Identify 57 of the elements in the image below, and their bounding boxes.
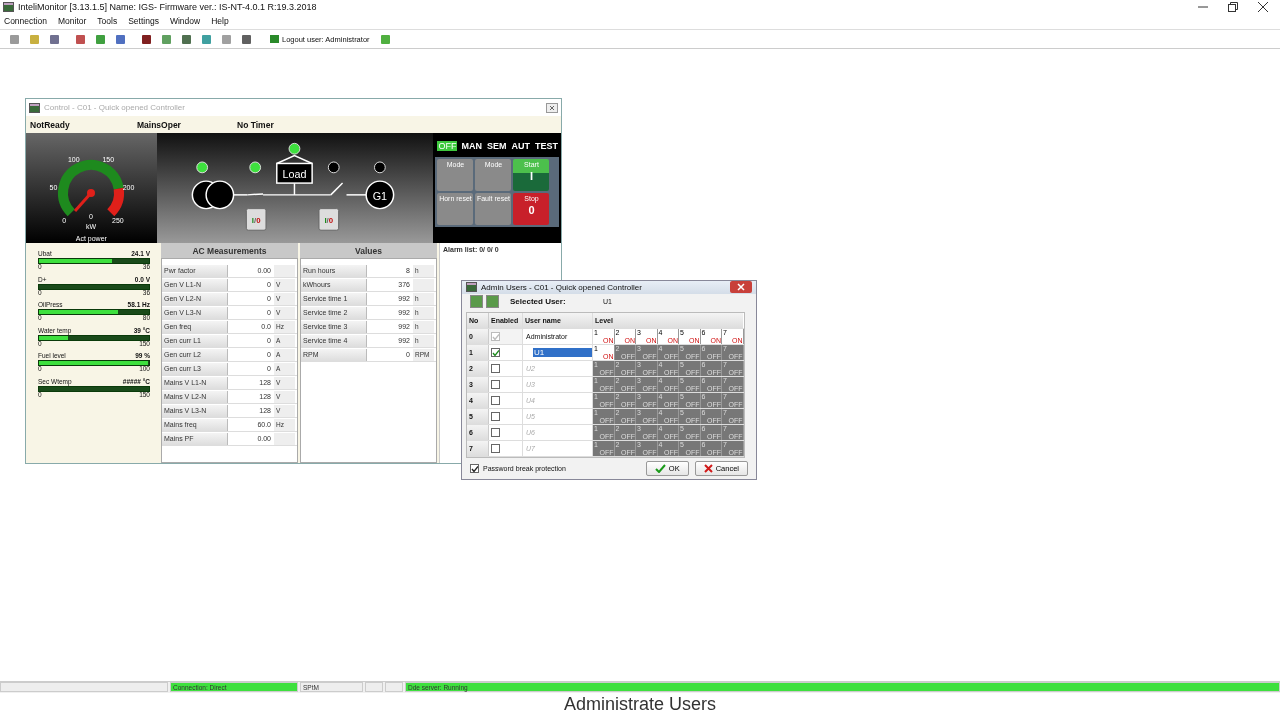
tool-icon[interactable] bbox=[76, 34, 85, 44]
transformer-icon bbox=[191, 180, 234, 210]
tool-icon[interactable] bbox=[182, 34, 191, 44]
blank-cell bbox=[413, 278, 434, 291]
gauge-dial bbox=[58, 160, 125, 217]
blank-cell bbox=[274, 264, 295, 277]
blank-cell bbox=[274, 432, 295, 445]
enabled-checkbox[interactable] bbox=[491, 364, 500, 374]
breaker-button[interactable]: I/0 bbox=[245, 208, 267, 231]
menu-item[interactable]: Help bbox=[211, 15, 229, 26]
menu-item[interactable]: Tools bbox=[97, 15, 118, 26]
app-icon bbox=[29, 102, 40, 113]
close-icon[interactable] bbox=[1258, 2, 1268, 12]
dialog-title: Admin Users - C01 - Quick opened Controller bbox=[481, 282, 643, 292]
user-name-cell[interactable]: U1 bbox=[533, 348, 592, 358]
window-title: InteliMonitor [3.13.1.5] Name: IGS- Firmware ver.: IS-NT-4.0.1 R:19.3.2018 bbox=[18, 2, 318, 12]
panel-header: Values bbox=[300, 243, 437, 258]
menu-item[interactable]: Settings bbox=[128, 15, 159, 26]
app-icon bbox=[466, 282, 477, 293]
remove-user-icon[interactable] bbox=[486, 295, 499, 309]
status-text: NotReady bbox=[30, 119, 71, 130]
user-icon[interactable] bbox=[380, 34, 390, 44]
menu-item[interactable]: Monitor bbox=[58, 15, 87, 26]
enabled-checkbox[interactable] bbox=[491, 428, 500, 438]
enabled-checkbox[interactable] bbox=[491, 348, 500, 358]
tool-icon[interactable] bbox=[242, 34, 251, 44]
menu-item[interactable]: Window bbox=[169, 15, 201, 26]
panel-header: AC Measurements bbox=[161, 243, 298, 258]
tool-icon[interactable] bbox=[50, 34, 59, 44]
enabled-checkbox[interactable] bbox=[491, 412, 500, 422]
breaker-button[interactable]: I/0 bbox=[318, 208, 339, 231]
video-caption: Administrate Users bbox=[562, 694, 717, 715]
status-text: No Timer bbox=[237, 119, 275, 130]
mode-tab[interactable]: MAN bbox=[460, 141, 483, 151]
tool-icon[interactable] bbox=[116, 34, 125, 44]
cross-icon bbox=[703, 464, 713, 473]
lock-icon bbox=[270, 35, 279, 43]
menu-item[interactable]: Connection bbox=[4, 15, 47, 26]
add-user-icon[interactable] bbox=[470, 295, 483, 309]
app-icon bbox=[3, 2, 14, 12]
restore-icon[interactable] bbox=[1228, 2, 1238, 12]
close-icon[interactable] bbox=[546, 102, 558, 113]
check-icon bbox=[654, 464, 666, 473]
enabled-checkbox[interactable] bbox=[491, 444, 500, 454]
mode-tab[interactable]: OFF bbox=[437, 141, 458, 151]
enabled-checkbox[interactable] bbox=[491, 332, 500, 342]
window-title: Control - C01 - Quick opened Controller bbox=[44, 103, 186, 112]
enabled-checkbox[interactable] bbox=[491, 380, 500, 390]
selected-user-label: Selected User: bbox=[510, 297, 567, 307]
enabled-checkbox[interactable] bbox=[491, 396, 500, 406]
tool-icon[interactable] bbox=[142, 34, 151, 44]
password-checkbox[interactable] bbox=[470, 464, 479, 473]
mode-tab[interactable]: AUT bbox=[510, 141, 531, 151]
mode-tab[interactable]: SEM bbox=[485, 141, 508, 151]
generator-symbol: G1 bbox=[365, 180, 394, 210]
mode-tab[interactable]: TEST bbox=[534, 141, 559, 151]
status-text: MainsOper bbox=[137, 119, 182, 130]
